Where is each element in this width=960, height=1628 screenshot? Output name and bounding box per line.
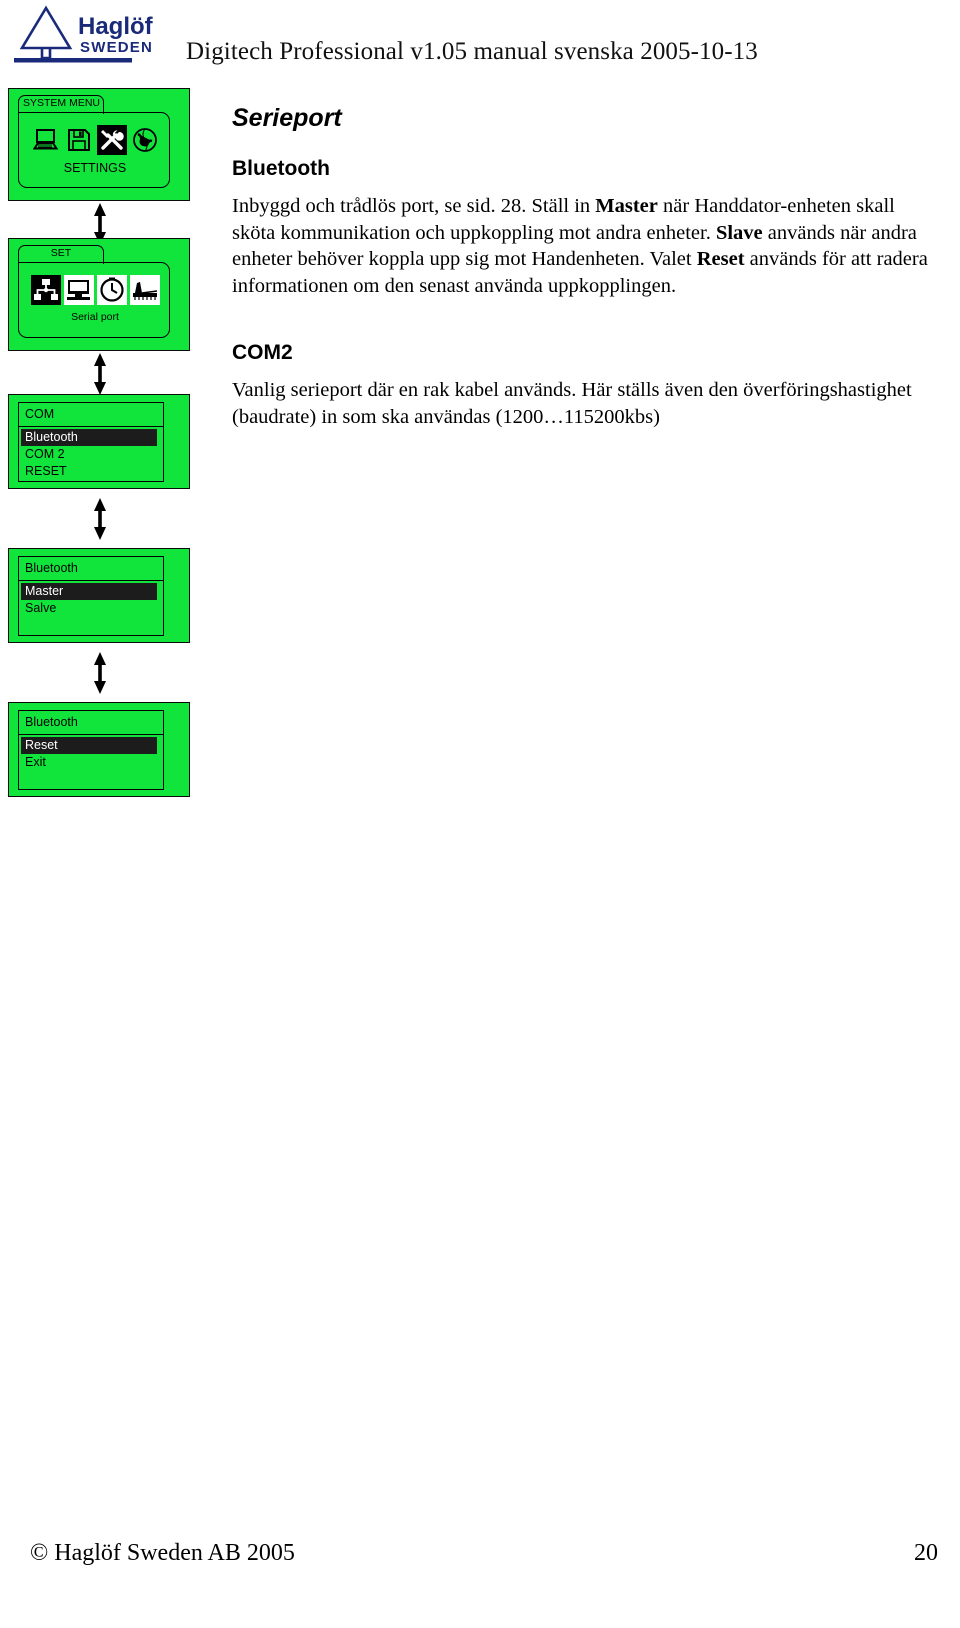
tools-icon[interactable] xyxy=(97,125,127,155)
folder-tab-label: SYSTEM MENU xyxy=(23,97,101,109)
lcd-screen-bluetooth-mode: Bluetooth Master Salve xyxy=(8,548,190,643)
clock-icon[interactable] xyxy=(97,275,127,305)
lcd-screen-com: COM Bluetooth COM 2 RESET xyxy=(8,394,190,489)
connector-arrow-3 xyxy=(92,498,108,540)
emphasis-slave: Slave xyxy=(715,221,763,244)
globe-icon[interactable] xyxy=(130,125,160,155)
list-item[interactable]: Reset xyxy=(21,737,157,754)
computer-icon[interactable] xyxy=(31,125,61,155)
text-run: Inbyggd och trådlös port, se sid. 28. St… xyxy=(232,195,596,217)
list-frame: COM Bluetooth COM 2 RESET xyxy=(18,402,164,482)
document-title: Digitech Professional v1.05 manual svens… xyxy=(186,38,758,65)
main-content: Serieport Bluetooth Inbyggd och trådlös … xyxy=(232,104,932,430)
list-title-label: Bluetooth xyxy=(25,715,78,729)
folder-body: SETTINGS xyxy=(18,112,170,188)
list-title-label: Bluetooth xyxy=(25,561,78,575)
folder-body: Serial port xyxy=(18,262,170,338)
page-number: 20 xyxy=(914,1540,938,1566)
list-items: Master Salve xyxy=(19,583,163,617)
lcd-screen-bluetooth-reset: Bluetooth Reset Exit xyxy=(8,702,190,797)
emphasis-master: Master xyxy=(595,195,658,217)
list-title: Bluetooth xyxy=(19,557,163,581)
lcd-screen-set: SET Serial port xyxy=(8,238,190,351)
list-item[interactable]: Salve xyxy=(19,600,163,617)
copyright-notice: © Haglöf Sweden AB 2005 xyxy=(30,1540,295,1566)
page-header: Haglöf SWEDEN Digitech Professional v1.0… xyxy=(0,0,960,86)
folder-tab-label: SET xyxy=(50,247,72,259)
folder-caption: Serial port xyxy=(71,311,119,323)
list-frame: Bluetooth Reset Exit xyxy=(18,710,164,790)
bluetooth-paragraph: Inbyggd och trådlös port, se sid. 28. St… xyxy=(232,193,932,299)
list-item[interactable]: COM 2 xyxy=(19,446,163,463)
page-title: Serieport xyxy=(232,104,342,132)
list-items: Reset Exit xyxy=(19,737,163,771)
list-items: Bluetooth COM 2 RESET xyxy=(19,429,163,480)
icon-row xyxy=(31,275,160,305)
lcd-screen-system-menu: SYSTEM MENU SETTINGS xyxy=(8,88,190,201)
list-title: COM xyxy=(19,403,163,427)
emphasis-reset: Reset xyxy=(696,248,745,270)
icon-row xyxy=(31,125,160,155)
list-title-label: COM xyxy=(25,407,55,421)
section-heading-com2: COM2 xyxy=(232,341,293,364)
floppy-disk-icon[interactable] xyxy=(64,125,94,155)
connector-arrow-2 xyxy=(92,353,108,395)
list-frame: Bluetooth Master Salve xyxy=(18,556,164,636)
folder-caption: SETTINGS xyxy=(63,161,127,175)
haglof-logo: Haglöf SWEDEN xyxy=(8,4,154,66)
page-footer: © Haglöf Sweden AB 2005 20 xyxy=(0,1540,960,1586)
com2-paragraph: Vanlig serieport där en rak kabel använd… xyxy=(232,379,912,428)
list-title: Bluetooth xyxy=(19,711,163,735)
section-heading-bluetooth: Bluetooth xyxy=(232,157,330,180)
list-item[interactable]: Master xyxy=(21,583,157,600)
svg-text:Haglöf: Haglöf xyxy=(78,13,153,40)
network-port-icon[interactable] xyxy=(31,275,61,305)
svg-text:SWEDEN: SWEDEN xyxy=(80,39,153,56)
chart-ruler-icon[interactable] xyxy=(130,275,160,305)
folder-graphic: SET Serial port xyxy=(18,245,178,345)
connector-arrow-4 xyxy=(92,652,108,694)
list-item[interactable]: RESET xyxy=(19,463,163,480)
monitor-icon[interactable] xyxy=(64,275,94,305)
folder-graphic: SYSTEM MENU SETTINGS xyxy=(18,95,178,195)
list-item[interactable]: Bluetooth xyxy=(21,429,157,446)
list-item[interactable]: Exit xyxy=(19,754,163,771)
